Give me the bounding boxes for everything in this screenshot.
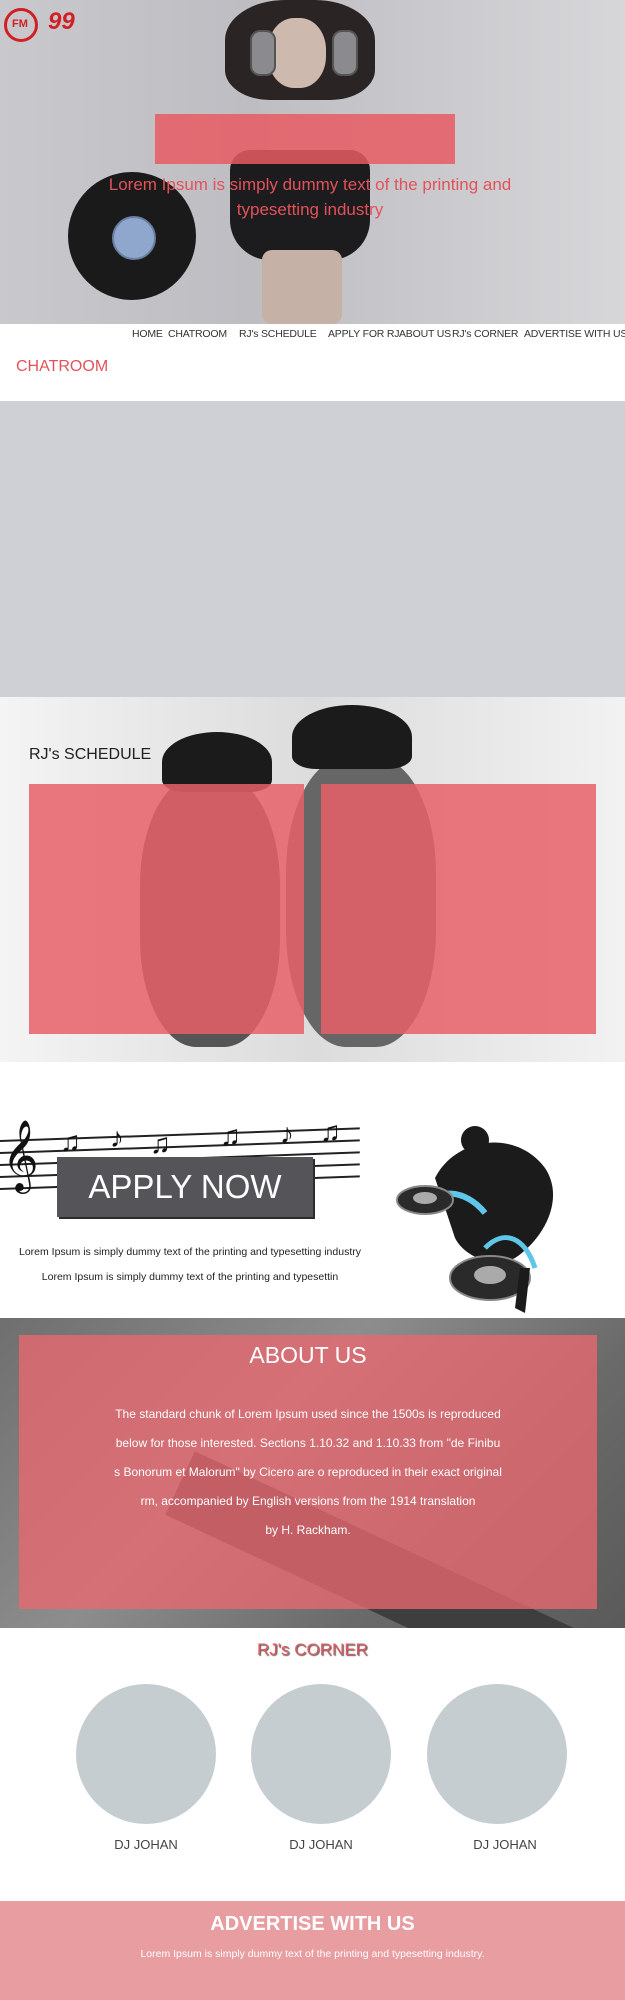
music-note-icon: ♫ bbox=[220, 1120, 241, 1151]
dj-name[interactable]: DJ JOHAN bbox=[66, 1837, 226, 1852]
dj-waist-shape bbox=[262, 250, 342, 324]
dj-avatar[interactable] bbox=[427, 1684, 567, 1824]
dj-face-shape bbox=[268, 18, 326, 88]
dj-turntable-illustration bbox=[396, 1126, 554, 1313]
treble-clef-icon: 𝄞 bbox=[2, 1121, 39, 1190]
headphones-icon bbox=[332, 30, 358, 76]
chatroom-panel[interactable] bbox=[0, 401, 625, 697]
about-text-line: by H. Rackham. bbox=[265, 1523, 351, 1537]
music-staff-line bbox=[0, 1139, 360, 1154]
cap-shape bbox=[292, 705, 412, 769]
about-title: ABOUT US bbox=[249, 1342, 367, 1368]
music-staff-line bbox=[0, 1127, 360, 1142]
nav-chatroom[interactable]: CHATROOM bbox=[168, 328, 227, 340]
nav-rj-schedule[interactable]: RJ's SCHEDULE bbox=[239, 328, 317, 340]
schedule-card[interactable] bbox=[29, 784, 304, 1034]
music-note-icon: ♫ bbox=[150, 1128, 171, 1159]
hero-overlay-box bbox=[155, 114, 455, 164]
about-text-line: below for those interested. Sections 1.1… bbox=[115, 1436, 501, 1450]
chatroom-title: CHATROOM bbox=[16, 358, 109, 375]
schedule-card[interactable] bbox=[321, 784, 596, 1034]
music-note-icon: ♫ bbox=[60, 1126, 81, 1157]
music-note-icon: ♪ bbox=[280, 1118, 294, 1149]
dj-avatar[interactable] bbox=[251, 1684, 391, 1824]
music-note-icon: ♫ bbox=[320, 1116, 341, 1147]
apply-description-line: Lorem Ipsum is simply dummy text of the … bbox=[41, 1271, 339, 1283]
logo-fm-text: FM bbox=[12, 18, 28, 30]
cap-shape bbox=[162, 732, 272, 792]
nav-rj-corner[interactable]: RJ's CORNER bbox=[452, 328, 519, 340]
about-text-line: s Bonorum et Malorum" by Cicero are o re… bbox=[114, 1465, 502, 1479]
hero-tagline: Lorem Ipsum is simply dummy text of the … bbox=[108, 175, 512, 219]
schedule-title: RJ's SCHEDULE bbox=[29, 746, 152, 763]
vinyl-label bbox=[112, 216, 156, 260]
dj-name[interactable]: DJ JOHAN bbox=[241, 1837, 401, 1852]
advertise-title[interactable]: ADVERTISE WITH US bbox=[0, 1913, 625, 1936]
nav-home[interactable]: HOME bbox=[132, 328, 163, 340]
apply-now-button[interactable]: APPLY NOW bbox=[57, 1157, 313, 1217]
nav-apply-for-rj[interactable]: APPLY FOR RJ bbox=[328, 328, 400, 340]
dj-avatar[interactable] bbox=[76, 1684, 216, 1824]
music-note-icon: ♪ bbox=[110, 1122, 124, 1153]
nav-about-us[interactable]: ABOUT US bbox=[399, 328, 451, 340]
apply-description-line: Lorem Ipsum is simply dummy text of the … bbox=[19, 1246, 361, 1258]
about-text-line: The standard chunk of Lorem Ipsum used s… bbox=[115, 1407, 501, 1421]
nav-advertise[interactable]: ADVERTISE WITH US bbox=[524, 328, 625, 340]
dj-name[interactable]: DJ JOHAN bbox=[425, 1837, 585, 1852]
rj-corner-title: RJ's CORNER bbox=[257, 1640, 368, 1659]
main-nav: HOME CHATROOM RJ's SCHEDULE APPLY FOR RJ… bbox=[0, 325, 625, 347]
site-logo[interactable]: FM 99 bbox=[4, 4, 78, 48]
logo-number: 99 bbox=[48, 8, 75, 35]
headphones-icon bbox=[250, 30, 276, 76]
advertise-text: Lorem Ipsum is simply dummy text of the … bbox=[140, 1948, 485, 1960]
about-text-line: rm, accompanied by English versions from… bbox=[140, 1494, 476, 1508]
